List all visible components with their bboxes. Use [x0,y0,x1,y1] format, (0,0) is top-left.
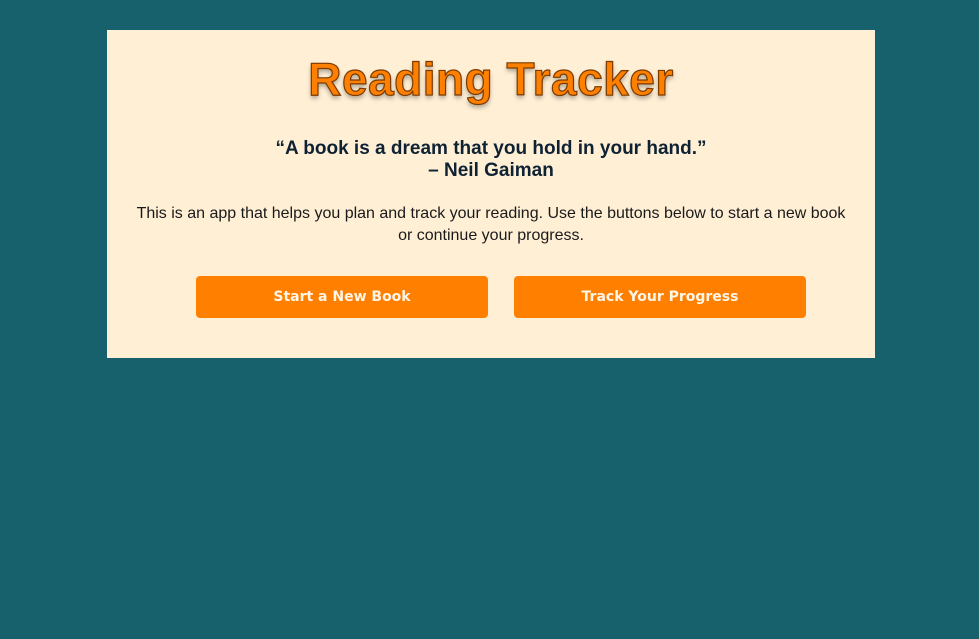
start-new-book-button[interactable]: Start a New Book [196,276,488,318]
quote-text: “A book is a dream that you hold in your… [275,138,707,159]
track-progress-button[interactable]: Track Your Progress [514,276,806,318]
quote-block: “A book is a dream that you hold in your… [107,138,875,182]
main-card: Reading Tracker “A book is a dream that … [107,30,875,358]
quote-author: – Neil Gaiman [428,160,554,181]
page-title: Reading Tracker [308,52,674,105]
app-description: This is an app that helps you plan and t… [136,205,846,244]
